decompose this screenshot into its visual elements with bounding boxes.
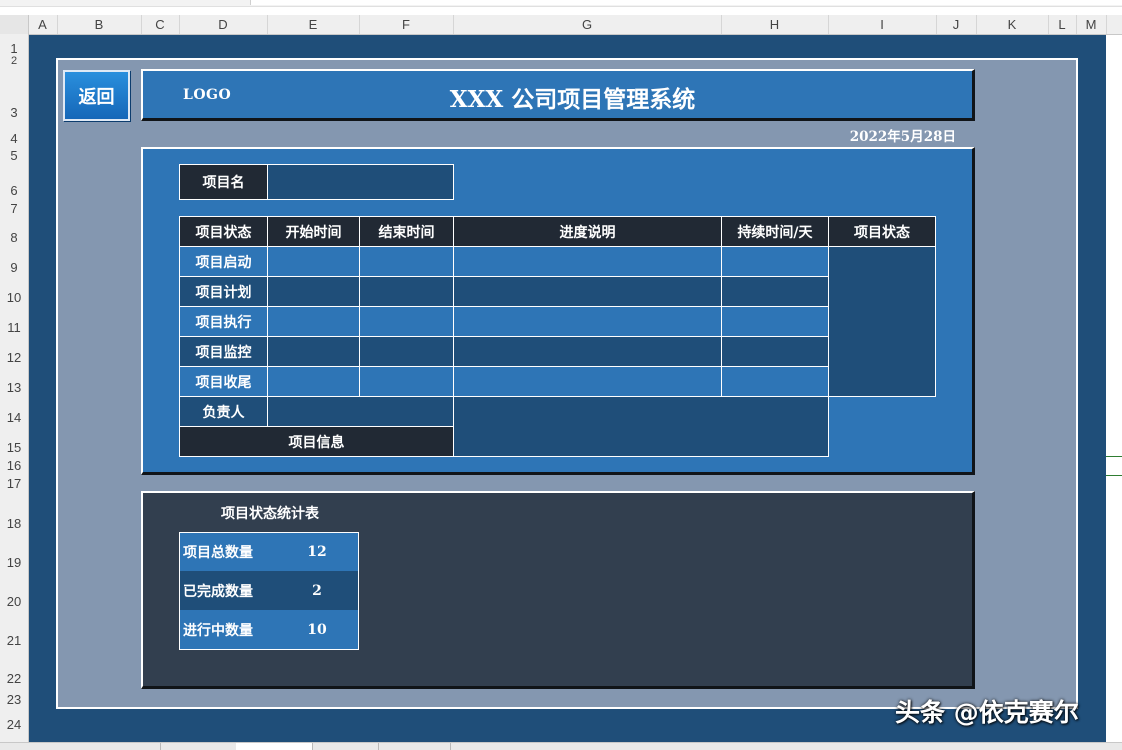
row-header[interactable]: 12 bbox=[0, 350, 28, 365]
start-time-cell[interactable] bbox=[267, 336, 360, 367]
row-header[interactable]: 4 bbox=[0, 131, 28, 146]
header-project-status: 项目状态 bbox=[828, 216, 936, 247]
row-header[interactable]: 5 bbox=[0, 148, 28, 163]
progress-cell[interactable] bbox=[453, 336, 722, 367]
stats-value: 2 bbox=[312, 582, 322, 599]
row-header[interactable]: 8 bbox=[0, 230, 28, 245]
row-header[interactable]: 9 bbox=[0, 260, 28, 275]
project-info-label: 项目信息 bbox=[179, 426, 454, 457]
stats-label: 已完成数量 bbox=[183, 583, 253, 600]
stats-row: 进行中数量 10 bbox=[180, 610, 358, 649]
project-info-area[interactable] bbox=[453, 396, 829, 457]
project-name-input[interactable] bbox=[267, 164, 454, 200]
page-title: XXX 公司项目管理系统 bbox=[449, 86, 696, 113]
row-header[interactable]: 20 bbox=[0, 594, 28, 609]
row-header[interactable]: 2 bbox=[0, 55, 28, 67]
end-time-cell[interactable] bbox=[359, 336, 454, 367]
row-header[interactable]: 14 bbox=[0, 410, 28, 425]
row-header[interactable]: 22 bbox=[0, 671, 28, 686]
column-header[interactable]: H bbox=[721, 15, 829, 34]
phase-label: 项目执行 bbox=[179, 306, 268, 337]
stats-value: 10 bbox=[307, 621, 327, 638]
project-status-cell[interactable] bbox=[828, 246, 936, 397]
column-header[interactable]: F bbox=[359, 15, 454, 34]
column-header[interactable]: K bbox=[976, 15, 1049, 34]
phase-label: 项目收尾 bbox=[179, 366, 268, 397]
owner-input[interactable] bbox=[267, 396, 454, 427]
progress-cell[interactable] bbox=[453, 366, 722, 397]
header-status: 项目状态 bbox=[179, 216, 268, 247]
header-end-time: 结束时间 bbox=[359, 216, 454, 247]
start-time-cell[interactable] bbox=[267, 246, 360, 277]
column-header[interactable]: A bbox=[28, 15, 58, 34]
select-all-corner[interactable] bbox=[0, 15, 29, 34]
watermark: 头条 @依克赛尔 bbox=[895, 698, 1079, 727]
stats-label: 项目总数量 bbox=[183, 545, 253, 561]
end-time-cell[interactable] bbox=[359, 276, 454, 307]
row-header[interactable]: 7 bbox=[0, 201, 28, 216]
owner-label: 负责人 bbox=[179, 396, 268, 427]
stats-title: 项目状态统计表 bbox=[221, 506, 319, 522]
formula-input[interactable] bbox=[250, 0, 1122, 5]
end-time-cell[interactable] bbox=[359, 306, 454, 337]
phase-label: 项目启动 bbox=[179, 246, 268, 277]
column-header[interactable]: J bbox=[936, 15, 977, 34]
column-header-bar: A B C D E F G H I J K L M bbox=[0, 15, 1122, 35]
row-header[interactable]: 15 bbox=[0, 440, 28, 455]
column-header[interactable]: M bbox=[1076, 15, 1107, 34]
row-header[interactable]: 19 bbox=[0, 555, 28, 570]
header-duration: 持续时间/天 bbox=[721, 216, 829, 247]
stats-row: 已完成数量 2 bbox=[180, 571, 358, 610]
column-header[interactable]: E bbox=[267, 15, 360, 34]
progress-cell[interactable] bbox=[453, 246, 722, 277]
end-time-cell[interactable] bbox=[359, 366, 454, 397]
column-header[interactable]: C bbox=[141, 15, 180, 34]
stats-row: 项目总数量 12 bbox=[180, 533, 358, 571]
row-header[interactable]: 21 bbox=[0, 633, 28, 648]
row-header[interactable]: 1 bbox=[0, 41, 28, 56]
start-time-cell[interactable] bbox=[267, 276, 360, 307]
end-time-cell[interactable] bbox=[359, 246, 454, 277]
column-header[interactable]: I bbox=[828, 15, 937, 34]
duration-cell[interactable] bbox=[721, 246, 829, 277]
row-header[interactable]: 23 bbox=[0, 692, 28, 707]
progress-cell[interactable] bbox=[453, 276, 722, 307]
duration-cell[interactable] bbox=[721, 276, 829, 307]
start-time-cell[interactable] bbox=[267, 306, 360, 337]
duration-cell[interactable] bbox=[721, 336, 829, 367]
date-label: 2022年5月28日 bbox=[849, 129, 956, 145]
row-header[interactable]: 3 bbox=[0, 105, 28, 120]
row-header[interactable]: 11 bbox=[0, 320, 28, 335]
column-header[interactable]: B bbox=[57, 15, 142, 34]
project-name-label: 项目名 bbox=[179, 164, 268, 200]
sheet-empty-area[interactable] bbox=[1106, 35, 1122, 742]
row-header[interactable]: 17 bbox=[0, 476, 28, 491]
back-button[interactable]: 返回 bbox=[63, 70, 130, 121]
row-header[interactable]: 16 bbox=[0, 458, 28, 473]
column-header[interactable]: L bbox=[1048, 15, 1077, 34]
header-start-time: 开始时间 bbox=[267, 216, 360, 247]
row-header[interactable]: 13 bbox=[0, 380, 28, 395]
row-header-bar: 1 2 3 4 5 6 7 8 9 10 11 12 13 14 15 16 1… bbox=[0, 34, 29, 742]
formula-bar-strip bbox=[0, 0, 1122, 7]
column-header[interactable]: D bbox=[179, 15, 268, 34]
row-header[interactable]: 18 bbox=[0, 516, 28, 531]
row-header[interactable]: 24 bbox=[0, 717, 28, 732]
row-header[interactable]: 6 bbox=[0, 183, 28, 198]
phase-label: 项目监控 bbox=[179, 336, 268, 367]
duration-cell[interactable] bbox=[721, 306, 829, 337]
title-banner: LOGO XXX 公司项目管理系统 bbox=[141, 69, 975, 121]
stats-value: 12 bbox=[307, 544, 327, 560]
progress-cell[interactable] bbox=[453, 306, 722, 337]
header-progress: 进度说明 bbox=[453, 216, 722, 247]
selected-cell[interactable] bbox=[1105, 456, 1122, 476]
column-header[interactable]: G bbox=[453, 15, 722, 34]
stats-label: 进行中数量 bbox=[183, 622, 253, 639]
phase-label: 项目计划 bbox=[179, 276, 268, 307]
duration-cell[interactable] bbox=[721, 366, 829, 397]
row-header[interactable]: 10 bbox=[0, 290, 28, 305]
start-time-cell[interactable] bbox=[267, 366, 360, 397]
